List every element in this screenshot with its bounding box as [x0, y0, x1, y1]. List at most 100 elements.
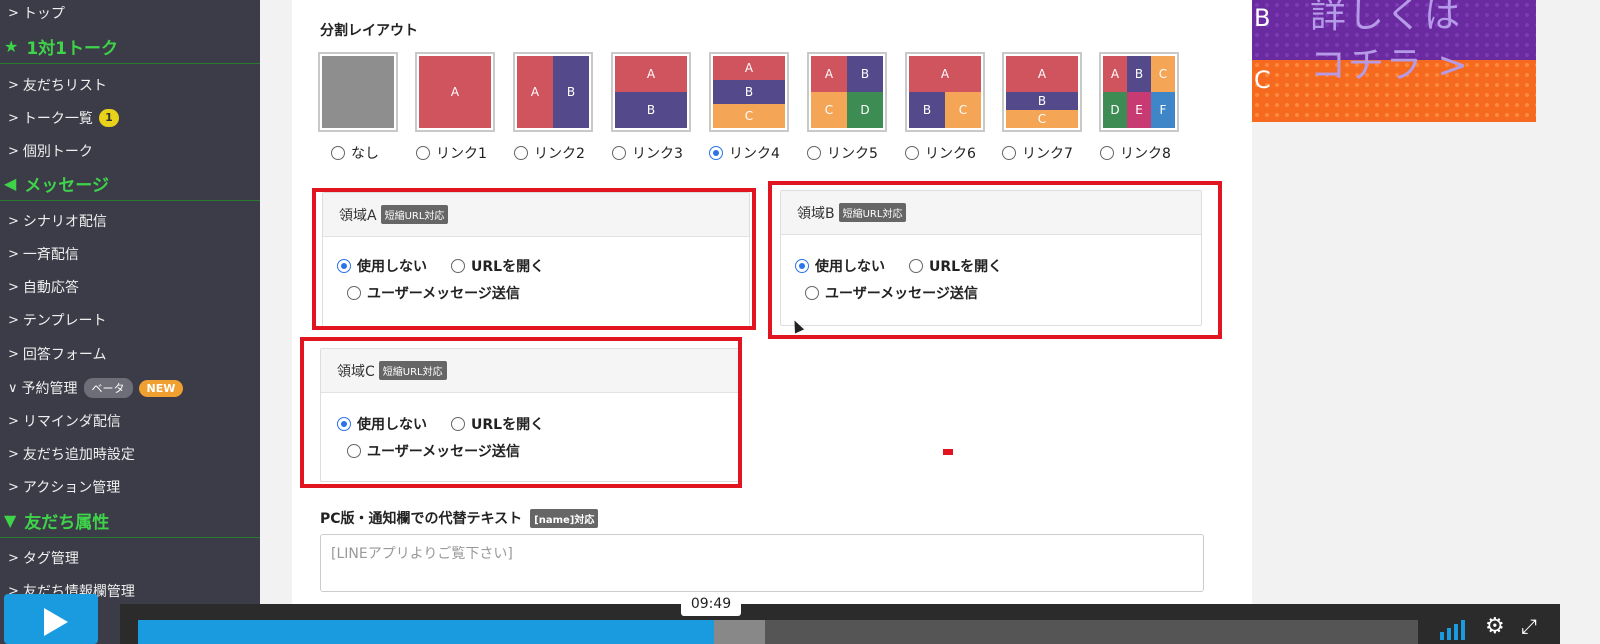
layout-radio-none[interactable]: なし	[331, 143, 379, 163]
gear-icon[interactable]: ⚙	[1485, 614, 1505, 639]
fullscreen-icon[interactable]: ⤢	[1521, 614, 1537, 638]
sidebar-item-scenario[interactable]: > シナリオ配信	[0, 204, 260, 238]
radio-button[interactable]	[905, 146, 919, 160]
sidebar-item-tag[interactable]: > タグ管理	[0, 541, 260, 575]
layout-cell: D	[847, 92, 883, 128]
layout-thumb-link6[interactable]: A B C	[905, 52, 985, 132]
layout-thumb-link7[interactable]: A B C	[1002, 52, 1082, 132]
radio-label: なし	[351, 146, 379, 162]
new-badge: NEW	[138, 379, 184, 397]
red-marker	[943, 449, 953, 455]
sidebar-section-label: メッセージ	[24, 176, 109, 196]
layout-thumb-link4[interactable]: A B C	[709, 52, 789, 132]
sidebar-item-top[interactable]: > トップ	[0, 0, 260, 30]
sidebar-item-reservation[interactable]: ∨ 予約管理 ベータ NEW	[0, 371, 260, 405]
layout-radio-link6[interactable]: リンク6	[905, 143, 976, 163]
radio-button[interactable]	[1100, 146, 1114, 160]
volume-icon[interactable]	[1440, 620, 1465, 640]
radio-button[interactable]	[331, 146, 345, 160]
sidebar-item-template[interactable]: > テンプレート	[0, 303, 260, 337]
radio-button[interactable]	[807, 146, 821, 160]
unread-count-badge: 1	[98, 109, 119, 127]
layout-cell: B	[909, 92, 945, 128]
name-tag: [name]対応	[530, 508, 599, 528]
chevron-right-icon: >	[8, 413, 19, 429]
sidebar-item-friend-list[interactable]: > 友だちリスト	[0, 68, 260, 102]
chevron-right-icon: >	[8, 346, 19, 362]
radio-label: リンク1	[436, 146, 487, 162]
layout-thumb-link5[interactable]: A B C D	[807, 52, 887, 132]
highlight-frame	[300, 337, 742, 488]
radio-button[interactable]	[416, 146, 430, 160]
radio-label: リンク3	[632, 146, 683, 162]
sidebar-item-auto-reply[interactable]: > 自動応答	[0, 270, 260, 304]
sidebar-item-individual-talk[interactable]: > 個別トーク	[0, 134, 260, 168]
alt-text-textarea[interactable]: [LINEアプリよりご覧下さい]	[320, 534, 1204, 592]
layout-radio-link4[interactable]: リンク4	[709, 143, 780, 163]
sidebar-item-label: 自動応答	[22, 280, 79, 296]
sidebar-item-friend-add-setting[interactable]: > 友だち追加時設定	[0, 437, 260, 471]
layout-thumb-none[interactable]	[318, 52, 398, 132]
layout-thumb-link2[interactable]: A B	[513, 52, 593, 132]
chevron-right-icon: >	[8, 5, 19, 21]
sidebar-item-talk-list[interactable]: > トーク一覧 1	[0, 101, 260, 135]
layout-thumb-link1[interactable]: A	[415, 52, 495, 132]
radio-button[interactable]	[709, 146, 723, 160]
sidebar-item-answer-form[interactable]: > 回答フォーム	[0, 337, 260, 371]
play-button[interactable]	[4, 594, 98, 644]
sidebar-item-label: タグ管理	[22, 551, 79, 567]
layout-cell: C	[1006, 110, 1078, 128]
sidebar-section-attributes: ▼ 友だち属性	[0, 504, 260, 538]
promo-text-line1: 詳しくは	[1310, 0, 1463, 36]
sidebar-item-label: 一斉配信	[22, 247, 79, 263]
chevron-right-icon: >	[8, 143, 19, 159]
alt-text-title: PC版・通知欄での代替テキスト [name]対応	[320, 508, 599, 528]
radio-button[interactable]	[514, 146, 528, 160]
chevron-right-icon: >	[8, 479, 19, 495]
layout-cell: A	[909, 56, 981, 92]
promo-letter-c: C	[1254, 66, 1271, 94]
layout-section-title: 分割レイアウト	[320, 23, 418, 39]
star-icon: ★	[4, 37, 19, 56]
layout-cell: C	[713, 103, 785, 128]
layout-radio-link3[interactable]: リンク3	[612, 143, 683, 163]
layout-thumb-link3[interactable]: A B	[611, 52, 691, 132]
layout-radio-link8[interactable]: リンク8	[1100, 143, 1171, 163]
beta-badge: ベータ	[83, 378, 133, 398]
layout-cell: B	[713, 79, 785, 105]
layout-radio-link1[interactable]: リンク1	[416, 143, 487, 163]
layout-cell: C	[1150, 56, 1175, 92]
radio-button[interactable]	[1002, 146, 1016, 160]
radio-label: リンク2	[534, 146, 585, 162]
sidebar-item-label: 友だちリスト	[22, 78, 107, 94]
sidebar-item-label: 友だち追加時設定	[22, 447, 135, 463]
sidebar-item-label: テンプレート	[22, 313, 107, 329]
layout-cell: B	[615, 92, 687, 128]
sidebar-item-reminder[interactable]: > リマインダ配信	[0, 404, 260, 438]
chevron-right-icon: >	[8, 550, 19, 566]
layout-cell: A	[615, 56, 687, 92]
radio-label: リンク8	[1120, 146, 1171, 162]
promo-text-line2: コチラ >	[1310, 45, 1470, 86]
chevron-right-icon: >	[8, 446, 19, 462]
layout-thumb-link8[interactable]: A B C D E F	[1099, 52, 1179, 132]
layout-radio-link5[interactable]: リンク5	[807, 143, 878, 163]
sidebar-item-label: アクション管理	[22, 480, 121, 496]
radio-label: リンク4	[729, 146, 780, 162]
layout-cell: C	[945, 92, 981, 128]
radio-button[interactable]	[612, 146, 626, 160]
promo-banner[interactable]: 詳しくは コチラ > B C	[1252, 0, 1536, 122]
layout-cell: A	[1103, 56, 1128, 92]
sidebar-section-talk: ★ 1対1トーク	[0, 30, 260, 64]
layout-cell: A	[450, 85, 460, 99]
layout-radio-link7[interactable]: リンク7	[1002, 143, 1073, 163]
chevron-right-icon: >	[8, 312, 19, 328]
sidebar-section-label: 1対1トーク	[26, 39, 119, 59]
layout-cell: A	[811, 56, 847, 92]
sidebar-item-broadcast[interactable]: > 一斉配信	[0, 237, 260, 271]
sidebar-item-label: 予約管理	[21, 381, 78, 397]
layout-radio-link2[interactable]: リンク2	[514, 143, 585, 163]
sidebar-item-action[interactable]: > アクション管理	[0, 470, 260, 504]
progress-fill[interactable]	[138, 620, 714, 644]
radio-label: リンク5	[827, 146, 878, 162]
